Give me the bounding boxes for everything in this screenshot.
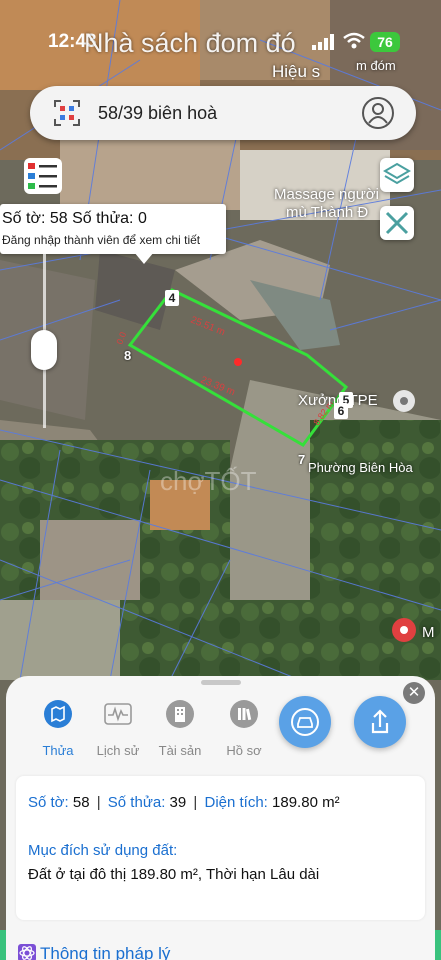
watermark: chợTỐT [160, 466, 257, 496]
tooltip-title: Số tờ: 58 Số thửa: 0 [2, 210, 147, 227]
qr-scan-icon[interactable] [54, 100, 80, 126]
layers-icon [383, 162, 411, 185]
tab-lich-su[interactable]: Lịch sử [86, 700, 150, 758]
atom-icon [18, 944, 36, 960]
tab-label: Hồ sơ [226, 743, 262, 758]
dien-tich-value: 189.80 m² [272, 794, 340, 811]
share-button[interactable] [354, 696, 406, 748]
legal-info-link[interactable]: Thông tin pháp lý [18, 944, 170, 960]
opacity-slider-handle[interactable] [31, 330, 57, 370]
measure-tool-button[interactable] [380, 206, 414, 240]
land-use-value: Đất ở tại đô thị 189.80 m², Thời hạn Lâu… [28, 866, 320, 883]
poi-label-massage-2: mù Thành Đ [286, 204, 369, 221]
parcel-summary-row: Số tờ: 58 | Số thửa: 39 | Diện tích: 189… [28, 794, 340, 811]
car-directions-button[interactable] [279, 696, 331, 748]
tab-label: Lịch sử [96, 743, 140, 758]
sheet-edge-left [0, 930, 6, 960]
tab-ho-so[interactable]: Hồ sơ [212, 700, 276, 758]
status-banner-text: Nhà sách đom đó [84, 28, 296, 58]
tab-thua[interactable]: Thửa [26, 700, 90, 758]
account-avatar[interactable] [362, 97, 394, 129]
sheet-edge-right [435, 930, 441, 960]
dien-tich-label: Diện tích: [204, 794, 268, 811]
documents-icon [230, 700, 258, 728]
so-thua-value: 39 [169, 794, 187, 811]
tab-label: Tài sản [158, 743, 202, 758]
tab-tai-san[interactable]: Tài sản [148, 700, 212, 758]
so-thua-label: Số thửa: [107, 794, 166, 811]
parcel-tooltip[interactable]: Số tờ: 58 Số thửa: 0 Đăng nhập thành viê… [0, 204, 226, 264]
cross-tools-icon [385, 211, 409, 235]
status-bar: 12:43 Nhà sách đom đó 76 [0, 28, 441, 58]
activity-chart-icon [104, 703, 132, 725]
building-icon [166, 700, 194, 728]
so-to-value: 58 [72, 794, 90, 811]
poi-label-m: M [422, 624, 435, 641]
poi-label-massage-1: Massage người [274, 186, 379, 203]
sheet-grabber[interactable] [201, 680, 241, 685]
battery-indicator: 76 [370, 32, 400, 52]
so-to-label: Số tờ: [28, 794, 69, 811]
parcel-vertex-7: 7 [298, 452, 306, 467]
legal-info-label: Thông tin pháp lý [40, 944, 171, 960]
parcel-vertex-6: 6 [334, 403, 348, 419]
tab-label: Thửa [42, 743, 74, 758]
share-icon [371, 709, 389, 734]
map-icon [44, 700, 72, 728]
legend-list-icon [28, 163, 57, 189]
parcel-vertex-4: 4 [165, 290, 179, 306]
layers-button[interactable] [380, 158, 414, 192]
cellular-signal-icon [312, 34, 334, 50]
tooltip-login-hint[interactable]: Đăng nhập thành viên để xem chi tiết [2, 233, 200, 247]
tooltip-tail [134, 252, 154, 264]
parcel-info-card: Số tờ: 58 | Số thửa: 39 | Diện tích: 189… [16, 776, 425, 920]
car-icon [291, 708, 319, 736]
legend-button[interactable] [24, 158, 62, 194]
wifi-icon [343, 32, 365, 49]
poi-label-nha-sach: m đóm [356, 58, 396, 73]
parcel-bottom-sheet[interactable]: ✕ Thửa Lịch sử Tài sản Hồ sơ Số tờ: 58 |… [6, 676, 435, 960]
land-use-label: Mục đích sử dụng đất: [28, 842, 178, 859]
poi-label-ward: Phường Biên Hòa [308, 460, 413, 475]
search-input[interactable]: 58/39 biên hoà [98, 103, 217, 124]
search-bar[interactable]: 58/39 biên hoà [30, 86, 416, 140]
poi-label-hieu: Hiệu s [272, 62, 321, 81]
user-icon [368, 103, 388, 124]
parcel-vertex-8: 8 [124, 348, 132, 363]
close-sheet-button[interactable]: ✕ [403, 682, 425, 704]
